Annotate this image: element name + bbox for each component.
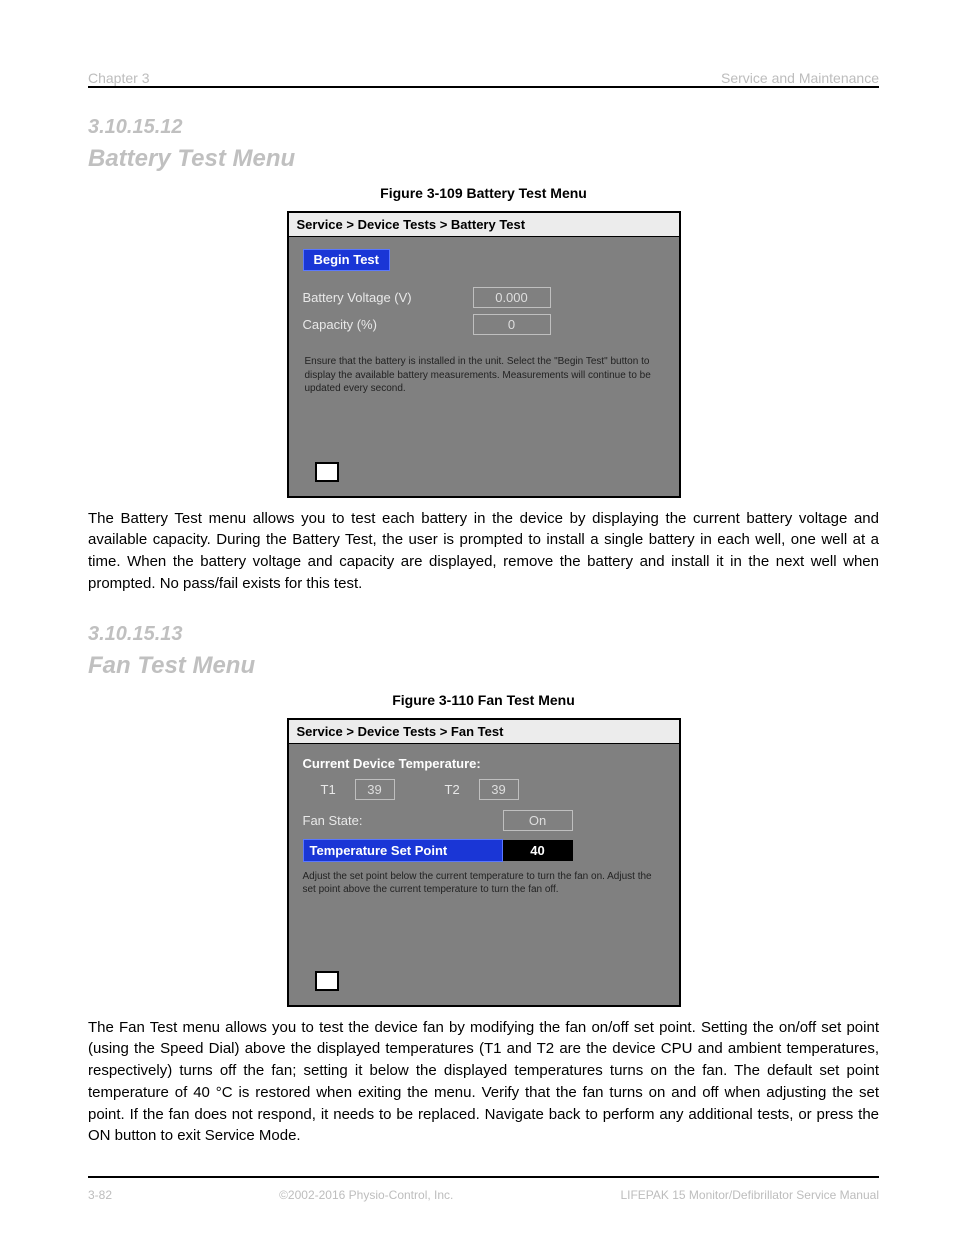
temp-row: T1 39 T2 39 — [321, 779, 665, 800]
begin-test-button[interactable]: Begin Test — [303, 249, 391, 271]
fanstate-row: Fan State: On — [303, 810, 665, 831]
setpoint-value[interactable]: 40 — [503, 840, 573, 861]
setpoint-row[interactable]: Temperature Set Point 40 — [303, 839, 665, 862]
battery-section-num: 3.10.15.12 — [88, 116, 879, 139]
capacity-label: Capacity (%) — [303, 317, 473, 332]
t1-label: T1 — [321, 782, 345, 797]
temp-header: Current Device Temperature: — [303, 756, 665, 771]
footer-center: ©2002-2016 Physio-Control, Inc. — [279, 1188, 453, 1202]
header-left: Chapter 3 — [88, 70, 149, 86]
page-footer: 3-82 ©2002-2016 Physio-Control, Inc. LIF… — [88, 1188, 879, 1202]
capacity-row: Capacity (%) 0 — [303, 314, 665, 335]
voltage-row: Battery Voltage (V) 0.000 — [303, 287, 665, 308]
battery-figure-caption: Figure 3-109 Battery Test Menu — [88, 185, 879, 201]
page-header: Chapter 3 Service and Maintenance — [88, 70, 879, 86]
voltage-value: 0.000 — [473, 287, 551, 308]
fan-section-title: Fan Test Menu — [88, 652, 879, 680]
t2-label: T2 — [445, 782, 469, 797]
t1-value: 39 — [355, 779, 395, 800]
fan-back-arrow-icon[interactable]: ← — [315, 971, 339, 991]
top-rule — [88, 86, 879, 88]
header-right: Service and Maintenance — [721, 70, 879, 86]
fan-titlebar: Service > Device Tests > Fan Test — [289, 720, 679, 744]
footer-left: 3-82 — [88, 1188, 112, 1202]
back-arrow-icon[interactable]: ← — [315, 462, 339, 482]
t2-value: 39 — [479, 779, 519, 800]
capacity-value: 0 — [473, 314, 551, 335]
setpoint-label[interactable]: Temperature Set Point — [303, 839, 503, 862]
fan-test-window: Service > Device Tests > Fan Test Curren… — [287, 718, 681, 1007]
battery-section-title: Battery Test Menu — [88, 145, 879, 173]
voltage-label: Battery Voltage (V) — [303, 290, 473, 305]
battery-instructions: Ensure that the battery is installed in … — [303, 351, 665, 430]
battery-test-window: Service > Device Tests > Battery Test Be… — [287, 211, 681, 498]
fan-figure-caption: Figure 3-110 Fan Test Menu — [88, 692, 879, 708]
fanstate-label: Fan State: — [303, 813, 503, 828]
battery-titlebar: Service > Device Tests > Battery Test — [289, 213, 679, 237]
battery-desc: The Battery Test menu allows you to test… — [88, 508, 879, 595]
bottom-rule — [88, 1176, 879, 1178]
fan-instructions: Adjust the set point below the current t… — [303, 866, 665, 939]
fan-desc: The Fan Test menu allows you to test the… — [88, 1017, 879, 1148]
footer-right: LIFEPAK 15 Monitor/Defibrillator Service… — [620, 1188, 879, 1202]
fanstate-value: On — [503, 810, 573, 831]
fan-section-num: 3.10.15.13 — [88, 623, 879, 646]
